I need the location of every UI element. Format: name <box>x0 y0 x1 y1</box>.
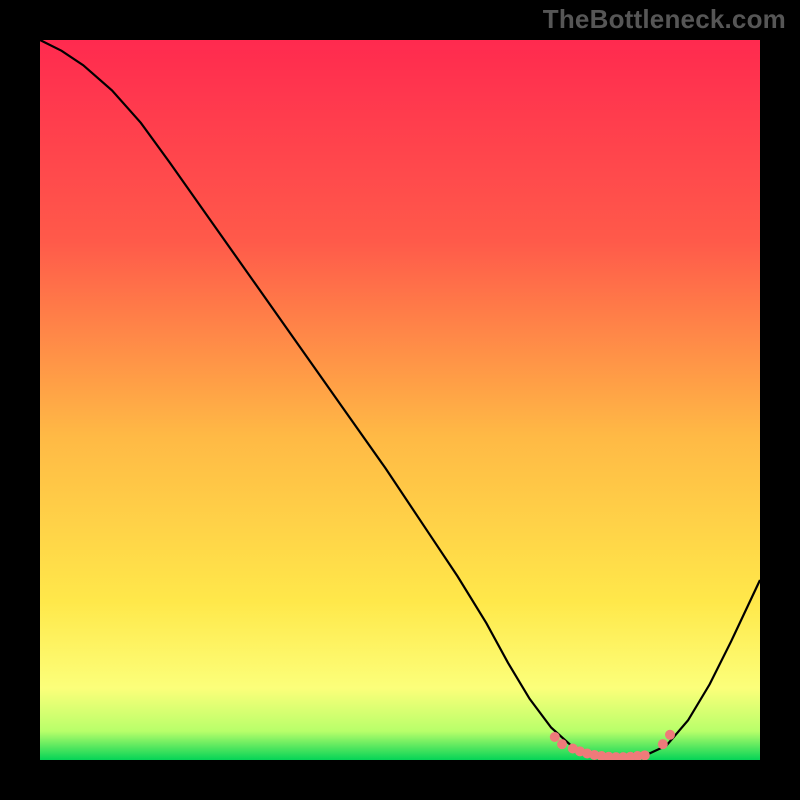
highlight-point <box>658 739 668 749</box>
plot-area <box>40 40 760 760</box>
highlight-point <box>550 732 560 742</box>
highlight-point <box>640 750 650 760</box>
watermark-text: TheBottleneck.com <box>543 4 786 35</box>
chart-frame: TheBottleneck.com <box>0 0 800 800</box>
gradient-background <box>40 40 760 760</box>
highlight-point <box>665 730 675 740</box>
highlight-point <box>557 739 567 749</box>
chart-svg <box>40 40 760 760</box>
